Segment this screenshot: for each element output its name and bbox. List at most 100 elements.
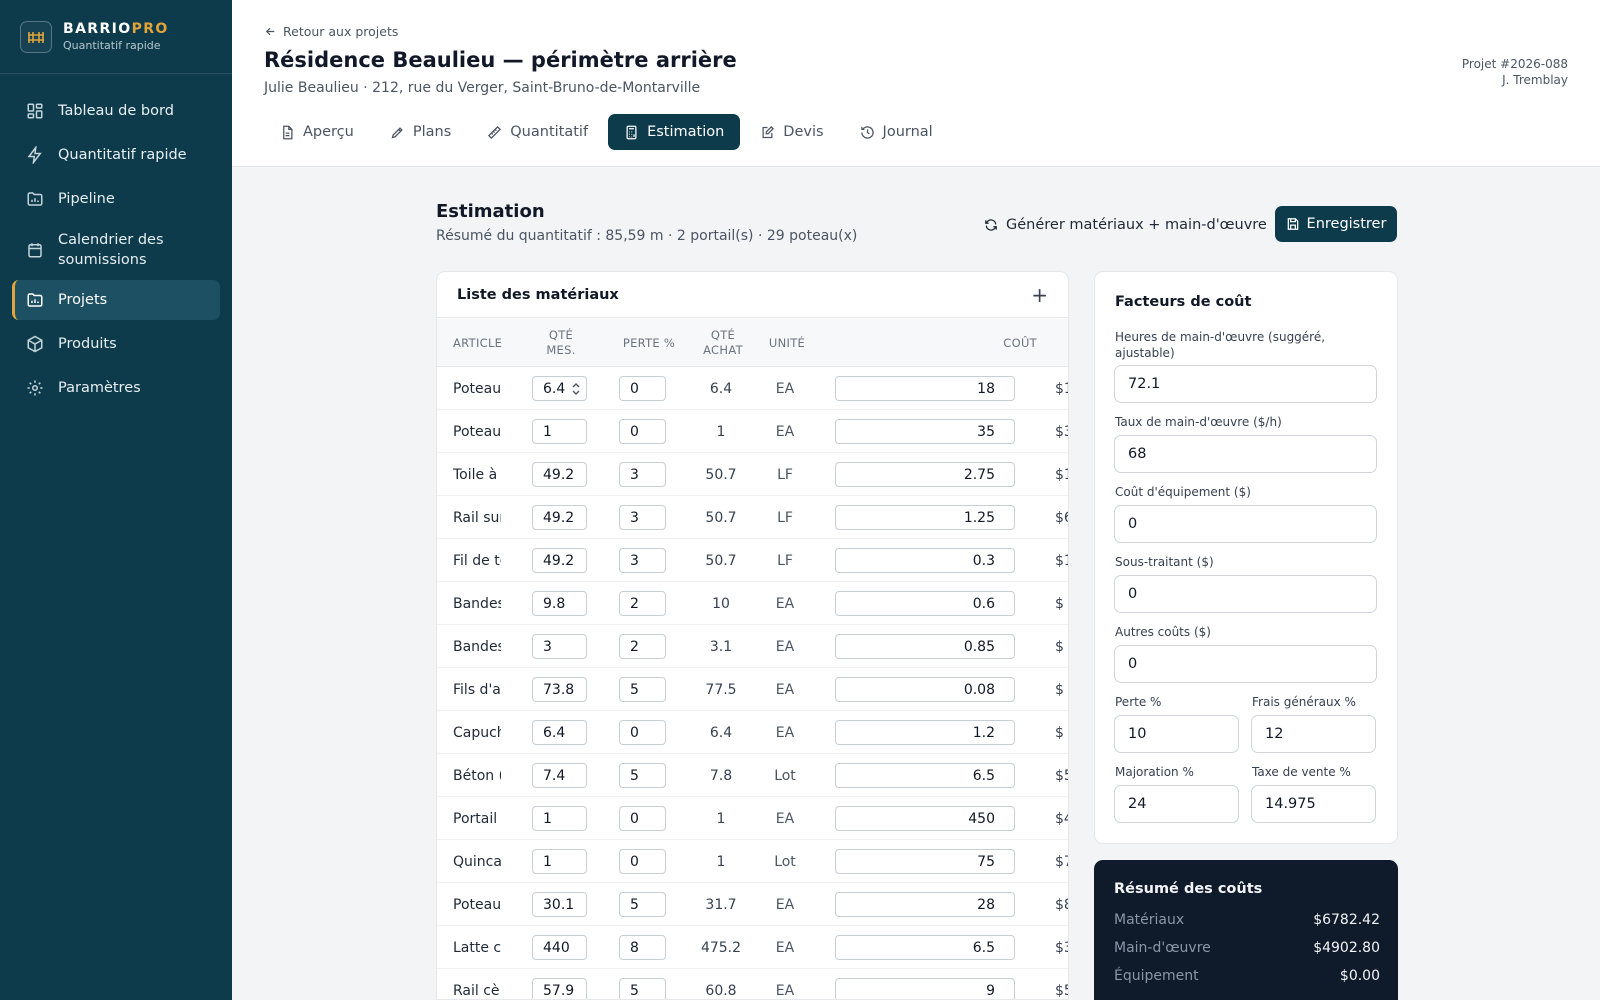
perte-input[interactable]: 8: [619, 935, 666, 960]
article-cell[interactable]: Toile à: [453, 453, 501, 496]
add-material-button[interactable]: +: [1031, 285, 1048, 305]
other-costs-label: Autres coûts ($): [1115, 625, 1211, 639]
cost-input[interactable]: 0.3: [835, 548, 1015, 573]
tab-devis[interactable]: Devis: [744, 114, 839, 150]
tab-quantitatif[interactable]: Quantitatif: [471, 114, 604, 150]
article-cell[interactable]: Rail sur: [453, 496, 501, 539]
cost-input[interactable]: 1.25: [835, 505, 1015, 530]
cost-input[interactable]: 450: [835, 806, 1015, 831]
tab-apercu[interactable]: Aperçu: [264, 114, 370, 150]
perte-input[interactable]: 0: [619, 849, 666, 874]
back-link[interactable]: Retour aux projets: [264, 24, 398, 39]
qty-mes-input[interactable]: 6.4: [532, 720, 587, 745]
perte-input[interactable]: 3: [619, 462, 666, 487]
markup-input[interactable]: 24: [1114, 785, 1239, 823]
cost-input[interactable]: 18: [835, 376, 1015, 401]
sidebar-item-quantitatif-rapide[interactable]: Quantitatif rapide: [12, 135, 220, 175]
cost-value: 6.5: [972, 767, 995, 784]
qty-mes-input[interactable]: 73.8: [532, 677, 587, 702]
qty-mes-input[interactable]: 7.4: [532, 763, 587, 788]
qty-mes-input[interactable]: 9.8: [532, 591, 587, 616]
qty-mes-input[interactable]: 49.2: [532, 505, 587, 530]
perte-input[interactable]: 2: [619, 591, 666, 616]
qty-mes-input[interactable]: 1: [532, 849, 587, 874]
other-costs-input[interactable]: 0: [1114, 645, 1377, 683]
cost-input[interactable]: 9: [835, 978, 1015, 999]
qty-mes-input[interactable]: 49.2: [532, 462, 587, 487]
perte-input[interactable]: 3: [619, 548, 666, 573]
sidebar-item-label: Produits: [58, 336, 117, 352]
cost-input[interactable]: 2.75: [835, 462, 1015, 487]
article-cell[interactable]: Béton (: [453, 754, 501, 797]
waste-input[interactable]: 10: [1114, 715, 1239, 753]
article-cell[interactable]: Bandes: [453, 625, 501, 668]
subcontractor-input[interactable]: 0: [1114, 575, 1377, 613]
overhead-input[interactable]: 12: [1251, 715, 1376, 753]
qty-mes-input[interactable]: 440: [532, 935, 587, 960]
article-cell[interactable]: Portail: [453, 797, 501, 840]
perte-input[interactable]: 3: [619, 505, 666, 530]
article-cell[interactable]: Capuch: [453, 711, 501, 754]
perte-input[interactable]: 5: [619, 763, 666, 788]
perte-input[interactable]: 0: [619, 419, 666, 444]
article-cell[interactable]: Fil de te: [453, 539, 501, 582]
article-cell[interactable]: Poteau: [453, 883, 501, 926]
folder-chart-icon: [27, 192, 43, 206]
generate-materials-button[interactable]: Générer matériaux + main-d'œuvre: [972, 207, 1279, 243]
perte-input[interactable]: 0: [619, 806, 666, 831]
qty-mes-input[interactable]: 6.4: [532, 376, 587, 401]
qty-mes-input[interactable]: 49.2: [532, 548, 587, 573]
stepper-arrows-icon[interactable]: [572, 381, 580, 397]
perte-input[interactable]: 5: [619, 677, 666, 702]
article-cell[interactable]: Fils d'at: [453, 668, 501, 711]
total-cell: $75.00: [1055, 853, 1068, 870]
qty-mes-input[interactable]: 1: [532, 419, 587, 444]
cost-input[interactable]: 0.85: [835, 634, 1015, 659]
perte-input[interactable]: 5: [619, 892, 666, 917]
sidebar-item-produits[interactable]: Produits: [12, 324, 220, 364]
qty-mes-input[interactable]: 57.9: [532, 978, 587, 999]
cost-input[interactable]: 0.08: [835, 677, 1015, 702]
cost-input[interactable]: 6.5: [835, 763, 1015, 788]
qty-achat-cell: 6.4: [709, 380, 733, 397]
sidebar-item-parametres[interactable]: Paramètres: [12, 368, 220, 408]
perte-input[interactable]: 0: [619, 376, 666, 401]
cost-input[interactable]: 6.5: [835, 935, 1015, 960]
cost-input[interactable]: 75: [835, 849, 1015, 874]
qty-mes-input[interactable]: 1: [532, 806, 587, 831]
cost-factors-title: Facteurs de coût: [1115, 294, 1252, 310]
qty-mes-input[interactable]: 3: [532, 634, 587, 659]
perte-value: 3: [630, 552, 639, 569]
labor-hours-input[interactable]: 72.1: [1114, 365, 1377, 403]
qty-mes-value: 6.4: [543, 380, 566, 397]
article-cell[interactable]: Bandes: [453, 582, 501, 625]
sidebar-item-pipeline[interactable]: Pipeline: [12, 179, 220, 219]
labor-rate-input[interactable]: 68: [1114, 435, 1377, 473]
summary-row-materiaux: Matériaux $6782.42: [1114, 912, 1380, 928]
col-perte: PERTE %: [622, 335, 676, 350]
perte-input[interactable]: 0: [619, 720, 666, 745]
tab-journal[interactable]: Journal: [844, 114, 949, 150]
sidebar-item-projets[interactable]: Projets: [12, 280, 220, 320]
qty-mes-value: 30.1: [543, 896, 575, 913]
sidebar-item-calendrier[interactable]: Calendrier des soumissions: [12, 223, 220, 277]
perte-input[interactable]: 5: [619, 978, 666, 999]
article-cell[interactable]: Rail cè: [453, 969, 501, 999]
tab-estimation[interactable]: Estimation: [608, 114, 741, 150]
article-cell[interactable]: Poteau: [453, 410, 501, 453]
article-cell[interactable]: Poteau: [453, 367, 501, 410]
sales-tax-input[interactable]: 14.975: [1251, 785, 1376, 823]
qty-mes-input[interactable]: 30.1: [532, 892, 587, 917]
article-cell[interactable]: Latte c: [453, 926, 501, 969]
perte-input[interactable]: 2: [619, 634, 666, 659]
cost-input[interactable]: 28: [835, 892, 1015, 917]
save-button[interactable]: Enregistrer: [1275, 206, 1397, 242]
cost-input[interactable]: 1.2: [835, 720, 1015, 745]
equipment-cost-input[interactable]: 0: [1114, 505, 1377, 543]
table-row: Fil de te 49.2 3 50.7 LF 0.3 $1: [437, 539, 1068, 582]
article-cell[interactable]: Quinca: [453, 840, 501, 883]
cost-input[interactable]: 0.6: [835, 591, 1015, 616]
sidebar-item-tableau-de-bord[interactable]: Tableau de bord: [12, 91, 220, 131]
cost-input[interactable]: 35: [835, 419, 1015, 444]
tab-plans[interactable]: Plans: [374, 114, 467, 150]
